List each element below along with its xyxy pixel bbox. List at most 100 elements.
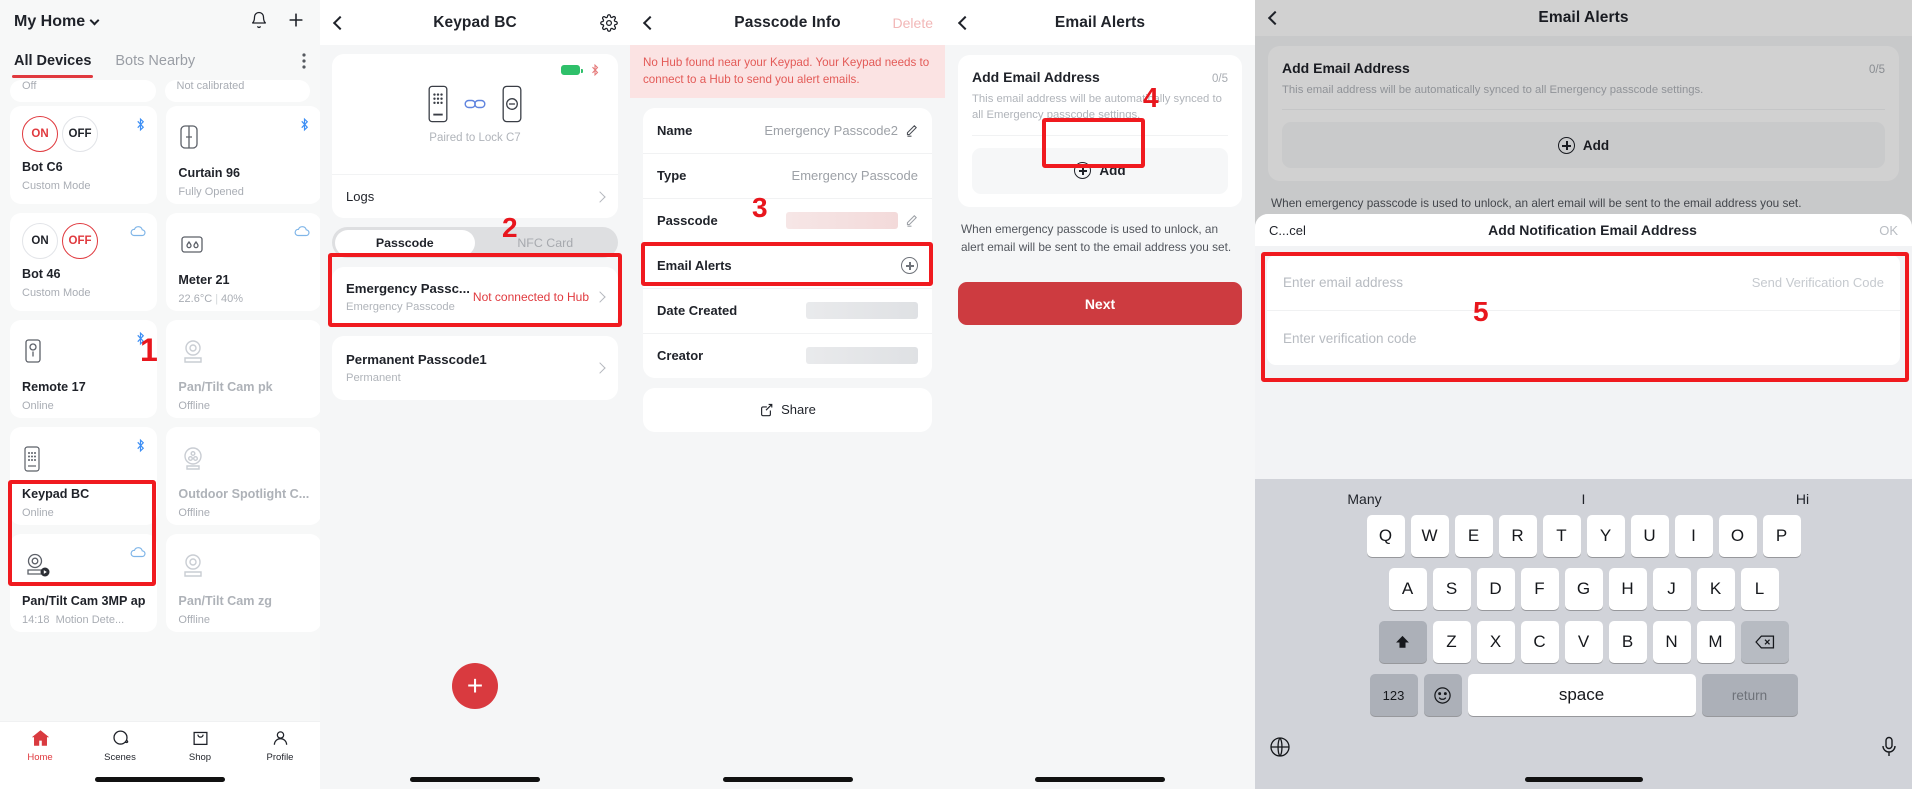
tab-shop[interactable]: Shop (160, 729, 240, 763)
key-w[interactable]: W (1410, 515, 1449, 557)
settings-button[interactable] (600, 13, 618, 32)
device-card-pantilt-cam-zg[interactable]: Pan/Tilt Cam zg Offline (166, 534, 320, 632)
row-email-alerts[interactable]: Email Alerts (643, 242, 932, 288)
card-partial-2[interactable]: Not calibrated (164, 80, 310, 102)
device-card-outdoor-spotlight[interactable]: Outdoor Spotlight C... Offline (166, 427, 320, 525)
key-c[interactable]: C (1520, 621, 1559, 663)
back-button[interactable] (630, 15, 670, 30)
segment-nfc-card[interactable]: NFC Card (475, 230, 616, 256)
device-card-bot-c6[interactable]: ON OFF Bot C6 Custom Mode (10, 106, 158, 204)
card-partial-1[interactable]: Off (10, 80, 156, 102)
key-n[interactable]: N (1652, 621, 1691, 663)
back-button[interactable] (320, 15, 360, 30)
back-button[interactable] (945, 15, 985, 30)
key-r[interactable]: R (1498, 515, 1537, 557)
key-l[interactable]: L (1740, 568, 1779, 610)
tab-shop-label: Shop (188, 752, 212, 763)
key-a[interactable]: A (1388, 568, 1427, 610)
cancel-button[interactable]: C...cel (1269, 223, 1306, 238)
ok-button[interactable]: OK (1879, 223, 1898, 238)
key-s[interactable]: S (1432, 568, 1471, 610)
key-return[interactable]: return (1701, 674, 1798, 716)
key-o[interactable]: O (1718, 515, 1757, 557)
back-button[interactable] (1255, 10, 1295, 26)
tab-all-devices[interactable]: All Devices (11, 53, 94, 78)
bot-c6-off[interactable]: OFF (62, 116, 98, 152)
key-numbers[interactable]: 123 (1369, 674, 1418, 716)
emoji-icon[interactable] (1423, 674, 1462, 716)
email-input[interactable]: Enter email address (1283, 275, 1403, 290)
verification-code-row[interactable]: Enter verification code (1267, 310, 1900, 365)
key-t[interactable]: T (1542, 515, 1581, 557)
globe-icon[interactable] (1269, 736, 1291, 763)
row-passcode[interactable]: Passcode (643, 197, 932, 243)
row-name[interactable]: Name Emergency Passcode2 (643, 108, 932, 153)
device-card-curtain-96[interactable]: Curtain 96 Fully Opened (166, 106, 320, 204)
add-circle-icon[interactable] (901, 257, 918, 275)
passcode-item-emergency[interactable]: Emergency Passc... Emergency Passcode No… (332, 267, 618, 327)
delete-button[interactable]: Delete (893, 15, 933, 31)
keypad-icon (428, 85, 448, 123)
key-p[interactable]: P (1762, 515, 1801, 557)
add-passcode-button[interactable]: + (452, 663, 498, 709)
more-options-icon[interactable] (302, 53, 306, 74)
send-verification-code-button[interactable]: Send Verification Code (1752, 275, 1884, 290)
key-b[interactable]: B (1608, 621, 1647, 663)
chevron-right-icon (594, 362, 606, 374)
device-card-pantilt-cam-3mp-ap[interactable]: Pan/Tilt Cam 3MP ap 14:18 Motion Dete... (10, 534, 158, 632)
key-i[interactable]: I (1674, 515, 1713, 557)
backspace-icon[interactable] (1740, 621, 1789, 663)
bell-icon[interactable] (250, 11, 268, 34)
key-m[interactable]: M (1696, 621, 1735, 663)
bot-c6-on[interactable]: ON (22, 116, 58, 152)
bot-46-on[interactable]: ON (22, 223, 58, 259)
device-card-remote-17[interactable]: Remote 17 Online (10, 320, 158, 418)
passcode-item-permanent[interactable]: Permanent Passcode1 Permanent (332, 336, 618, 400)
shift-icon[interactable] (1378, 621, 1427, 663)
key-d[interactable]: D (1476, 568, 1515, 610)
key-k[interactable]: K (1696, 568, 1735, 610)
home-selector[interactable]: My Home (14, 13, 100, 31)
bot-46-off[interactable]: OFF (62, 223, 98, 259)
key-z[interactable]: Z (1432, 621, 1471, 663)
key-f[interactable]: F (1520, 568, 1559, 610)
edit-icon[interactable] (905, 214, 918, 227)
edit-icon[interactable] (905, 124, 918, 137)
annotation-3: 3 (752, 192, 768, 223)
key-u[interactable]: U (1630, 515, 1669, 557)
key-j[interactable]: J (1652, 568, 1691, 610)
email-address-row[interactable]: Enter email address Send Verification Co… (1267, 255, 1900, 310)
bot-c6-toggle[interactable]: ON OFF (22, 116, 145, 152)
suggestion-2[interactable]: I (1474, 491, 1693, 507)
tab-profile[interactable]: Profile (240, 729, 320, 763)
home-tabs: All Devices Bots Nearby (11, 44, 306, 78)
bot-46-toggle[interactable]: ON OFF (22, 223, 145, 259)
key-x[interactable]: X (1476, 621, 1515, 663)
tab-home[interactable]: Home (0, 729, 80, 763)
segment-passcode[interactable]: Passcode (334, 229, 475, 256)
share-button[interactable]: Share (643, 387, 932, 432)
key-y[interactable]: Y (1586, 515, 1625, 557)
tab-bots-nearby[interactable]: Bots Nearby (115, 53, 195, 69)
tab-scenes[interactable]: Scenes (80, 729, 160, 763)
key-h[interactable]: H (1608, 568, 1647, 610)
device-card-keypad-bc[interactable]: Keypad BC Online (10, 427, 158, 525)
suggestion-1[interactable]: Many (1255, 491, 1474, 507)
key-space[interactable]: space (1467, 674, 1696, 716)
device-card-bot-46[interactable]: ON OFF Bot 46 Custom Mode (10, 213, 158, 311)
device-card-pantilt-cam-pk[interactable]: Pan/Tilt Cam pk Offline (166, 320, 320, 418)
next-button[interactable]: Next (958, 282, 1242, 326)
add-device-icon[interactable] (286, 10, 306, 35)
logs-row[interactable]: Logs (332, 174, 618, 218)
key-v[interactable]: V (1564, 621, 1603, 663)
verification-code-input[interactable]: Enter verification code (1283, 331, 1417, 346)
device-card-meter-21[interactable]: Meter 21 22.6°C | 40% (166, 213, 320, 311)
key-e[interactable]: E (1454, 515, 1493, 557)
suggestion-3[interactable]: Hi (1693, 491, 1912, 507)
redacted-date-value (806, 302, 918, 320)
microphone-icon[interactable] (1880, 736, 1898, 763)
key-g[interactable]: G (1564, 568, 1603, 610)
add-email-button[interactable]: Add (972, 147, 1228, 194)
share-icon (761, 403, 773, 417)
key-q[interactable]: Q (1366, 515, 1405, 557)
